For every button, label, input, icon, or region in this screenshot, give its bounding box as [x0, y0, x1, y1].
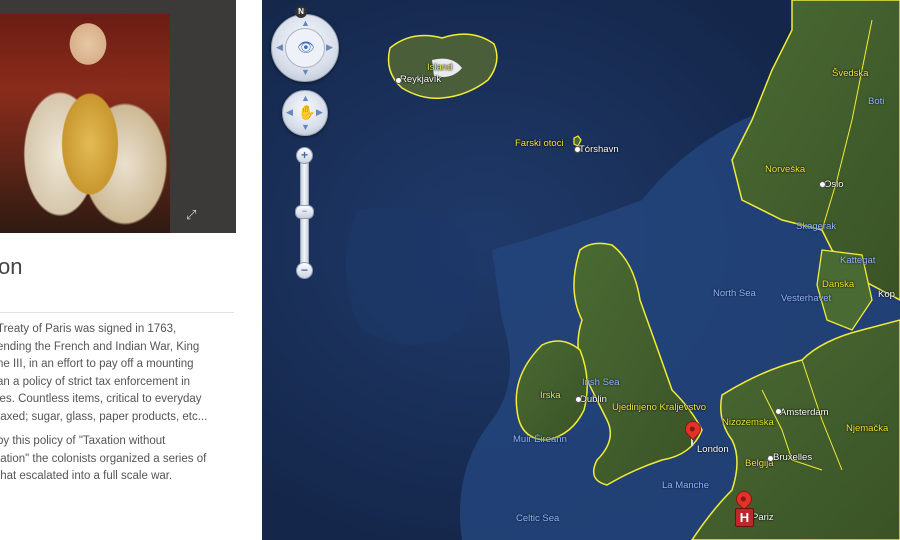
label-torshavn: Tórshavn: [579, 144, 619, 155]
look-down-arrow-icon[interactable]: ▼: [301, 68, 310, 77]
label-kopenhagen: Kop: [878, 289, 895, 300]
label-celtic-sea: Celtic Sea: [516, 513, 560, 524]
paragraph-line: ne III, in an effort to pay off a mounti…: [0, 358, 194, 371]
divider: [0, 312, 234, 313]
paragraph-line: taxed; sugar, glass, paper products, etc…: [0, 410, 208, 423]
label-vesterhavet: Vesterhavet: [781, 293, 832, 304]
city-dot: [775, 408, 782, 415]
portrait-image: [0, 14, 170, 233]
paragraph-line: tation" the colonists organized a series…: [0, 452, 207, 465]
map-view[interactable]: Island Reykjavík Farski otoci Tórshavn Š…: [262, 0, 900, 540]
city-dot: [395, 77, 402, 84]
move-control[interactable]: ▲ ▼ ◀ ▶ ✋: [282, 90, 328, 136]
label-bruxelles: Bruxelles: [773, 452, 813, 463]
look-left-arrow-icon[interactable]: ◀: [276, 43, 283, 52]
move-right-arrow-icon[interactable]: ▶: [316, 108, 323, 117]
label-la-manche: La Manche: [662, 480, 710, 491]
label-norway: Norveška: [765, 164, 806, 175]
paragraph-2: by this policy of "Taxation without tati…: [0, 433, 206, 486]
paragraph-line: ending the French and Indian War, King: [0, 340, 200, 353]
label-iceland: Island: [427, 62, 453, 73]
compass-north-icon[interactable]: N: [295, 6, 307, 18]
paris-place-icon[interactable]: H: [735, 508, 754, 527]
label-ireland: Irska: [540, 390, 561, 401]
move-up-arrow-icon[interactable]: ▲: [301, 94, 310, 103]
move-left-arrow-icon[interactable]: ◀: [286, 108, 293, 117]
portrait-frame: ⤢: [0, 0, 236, 233]
label-netherlands: Nizozemska: [722, 417, 774, 428]
look-right-arrow-icon[interactable]: ▶: [326, 43, 333, 52]
paragraph-line: an a policy of strict tax enforcement in: [0, 375, 191, 388]
paragraph-line: Treaty of Paris was signed in 1763,: [0, 323, 177, 335]
info-panel: ⤢ on Treaty of Paris was signed in 1763,…: [0, 0, 262, 540]
label-reykjavik: Reykjavík: [400, 74, 442, 85]
label-paris: Pariz: [752, 512, 774, 523]
label-bothnian: Boti: [868, 96, 885, 107]
label-skagerrak: Skagerak: [796, 221, 837, 232]
label-muir-eireann: Muir Éireann: [513, 434, 567, 445]
label-london: London: [697, 444, 729, 455]
label-sweden: Švedska: [832, 68, 869, 79]
label-uk: Ujedinjeno Kraljevstvo: [612, 402, 706, 413]
expand-icon[interactable]: ⤢: [186, 208, 200, 222]
paragraph-line: that escalated into a full scale war.: [0, 470, 173, 483]
label-amsterdam: Amsterdam: [780, 407, 829, 418]
city-dot: [574, 146, 581, 153]
label-denmark: Danska: [822, 279, 855, 290]
paragraph-1: Treaty of Paris was signed in 1763, endi…: [0, 321, 207, 427]
panel-title: on: [0, 254, 23, 279]
city-dot: [575, 396, 582, 403]
eye-icon[interactable]: 👁: [297, 40, 315, 54]
paragraph-line: by this policy of "Taxation without: [0, 435, 166, 447]
look-up-arrow-icon[interactable]: ▲: [301, 19, 310, 28]
label-irish-sea: Irish Sea: [582, 377, 620, 388]
zoom-in-button[interactable]: +: [296, 147, 313, 164]
city-dot: [767, 455, 774, 462]
move-down-arrow-icon[interactable]: ▼: [301, 123, 310, 132]
label-germany: Njemačka: [846, 423, 889, 434]
hand-icon[interactable]: ✋: [298, 105, 315, 119]
label-oslo: Oslo: [824, 179, 844, 190]
zoom-out-button[interactable]: −: [296, 262, 313, 279]
paragraph-line: ies. Countless items, critical to everyd…: [0, 393, 202, 406]
look-control[interactable]: ▲ ▼ ◀ ▶ 👁: [271, 14, 339, 82]
zoom-slider-thumb[interactable]: −: [295, 205, 314, 219]
city-dot: [819, 181, 826, 188]
label-dublin: Dublin: [580, 394, 607, 405]
label-faroe: Farski otoci: [515, 138, 564, 149]
label-north-sea: North Sea: [713, 288, 756, 299]
label-kattegat: Kattegat: [840, 255, 876, 266]
